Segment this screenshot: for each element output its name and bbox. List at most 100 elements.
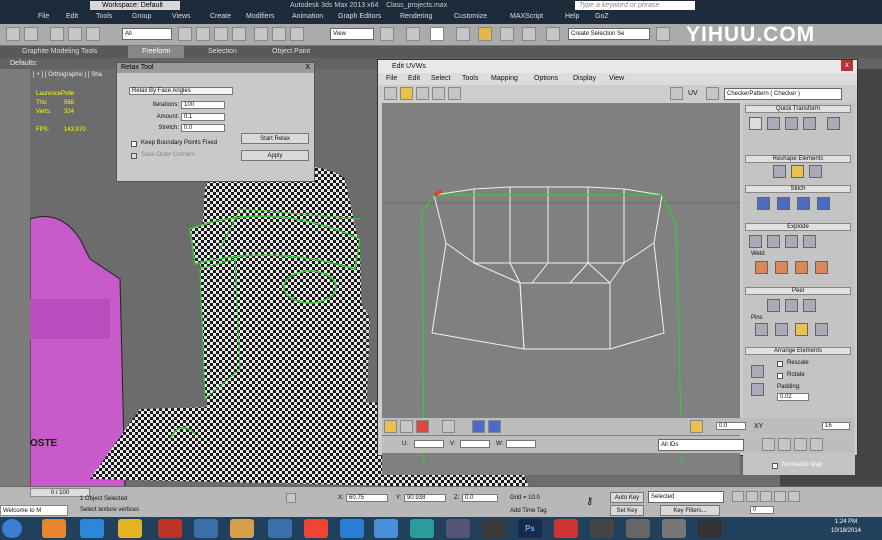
app-icon-10[interactable] (374, 519, 398, 538)
peel-rollout[interactable]: Peel (745, 287, 851, 295)
bind-space-warp-icon[interactable] (86, 27, 100, 41)
folder-icon[interactable] (230, 519, 254, 538)
goto-start-icon[interactable] (732, 491, 744, 502)
clock-date[interactable]: 10/18/2014 (822, 528, 870, 534)
pin-select-icon[interactable] (755, 323, 768, 336)
pivot-center-icon[interactable] (380, 27, 394, 41)
uv-mode-icon[interactable] (706, 87, 719, 100)
space-icon[interactable] (827, 117, 840, 130)
menu-tools[interactable]: Tools (96, 13, 112, 20)
pan-icon[interactable] (762, 438, 775, 451)
app-icon-17[interactable] (626, 519, 650, 538)
flatten-icon[interactable] (785, 235, 798, 248)
align-vertical-icon[interactable] (785, 117, 798, 130)
weld-threshold-icon[interactable] (795, 261, 808, 274)
weld-all-icon[interactable] (815, 261, 828, 274)
quick-transform-rollout[interactable]: Quick Transform (745, 105, 851, 113)
uv-move-icon[interactable] (384, 87, 397, 100)
menu-group[interactable]: Group (132, 13, 151, 20)
app-icon-11[interactable] (410, 519, 434, 538)
peel-mode-icon[interactable] (785, 299, 798, 312)
u-input[interactable] (414, 440, 444, 448)
y-coord-input[interactable]: 90.938 (404, 494, 446, 502)
current-frame-input[interactable]: 0 (750, 506, 774, 514)
menu-graph-editors[interactable]: Graph Editors (338, 13, 381, 20)
uv-rotate-icon[interactable] (400, 87, 413, 100)
vertex-mode-icon[interactable] (384, 420, 397, 433)
workspace-dropdown[interactable]: Workspace: Default (90, 1, 180, 10)
zbrush-icon[interactable] (482, 519, 506, 538)
weld-target-icon[interactable] (755, 261, 768, 274)
app-icon-8[interactable] (304, 519, 328, 538)
normalize-map-checkbox[interactable] (772, 463, 778, 469)
app-icon-5[interactable] (194, 519, 218, 538)
relax-icon[interactable] (791, 165, 804, 178)
menu-create[interactable]: Create (210, 13, 231, 20)
menu-rendering[interactable]: Rendering (400, 13, 432, 20)
explode-icon[interactable] (749, 235, 762, 248)
app-icon-18[interactable] (662, 519, 686, 538)
scale-icon[interactable] (290, 27, 304, 41)
auto-key-button[interactable]: Auto Key (610, 492, 644, 503)
zoom-icon[interactable] (778, 438, 791, 451)
dropbox-icon[interactable] (340, 519, 364, 538)
menu-animation[interactable]: Animation (292, 13, 323, 20)
stitch-average-icon[interactable] (777, 197, 790, 210)
menu-goz[interactable]: GoZ (595, 13, 609, 20)
uv-freeform-icon[interactable] (432, 87, 445, 100)
next-frame-icon[interactable] (774, 491, 786, 502)
menu-modifiers[interactable]: Modifiers (246, 13, 274, 20)
start-button-icon[interactable] (2, 519, 22, 538)
ribbon-tab-selection[interactable]: Selection (208, 48, 237, 55)
angle-snap-icon[interactable] (478, 27, 492, 41)
stitch-source-icon[interactable] (757, 197, 770, 210)
pin-remove-icon[interactable] (795, 323, 808, 336)
start-relax-button[interactable]: Start Relax (241, 133, 309, 144)
pack-normalize-icon[interactable] (751, 383, 764, 396)
select-by-name-icon[interactable] (196, 27, 210, 41)
checker-pattern-dropdown[interactable]: CheckerPattern ( Checker ) (724, 88, 842, 100)
break-icon[interactable] (809, 165, 822, 178)
app-icon-7[interactable] (268, 519, 292, 538)
pin-auto-icon[interactable] (815, 323, 828, 336)
straighten-icon[interactable] (773, 165, 786, 178)
explode-rollout[interactable]: Explode (745, 223, 851, 231)
ribbon-tab-object-paint[interactable]: Object Paint (272, 48, 310, 55)
maxscript-listener[interactable]: Welcome to M (0, 505, 68, 516)
window-crossing-icon[interactable] (232, 27, 246, 41)
zoom-region-icon[interactable] (794, 438, 807, 451)
menu-file[interactable]: File (38, 13, 49, 20)
select-loop-icon[interactable] (488, 420, 501, 433)
menu-maxscript[interactable]: MAXScript (510, 13, 543, 20)
soft-select-icon[interactable] (690, 420, 703, 433)
zoom-extents-icon[interactable] (810, 438, 823, 451)
key-icon[interactable]: ⚷ (586, 496, 593, 507)
rescale-checkbox[interactable] (777, 361, 783, 367)
unlink-icon[interactable] (68, 27, 82, 41)
chrome-icon[interactable] (118, 519, 142, 538)
stitch-custom-icon[interactable] (817, 197, 830, 210)
search-input[interactable]: Type a keyword or phrase (575, 1, 695, 10)
uvw-menu-edit[interactable]: Edit (408, 75, 420, 82)
edge-mode-icon[interactable] (400, 420, 413, 433)
pin-add-icon[interactable] (775, 323, 788, 336)
uvw-menu-select[interactable]: Select (431, 75, 450, 82)
arrange-elements-rollout[interactable]: Arrange Elements (745, 347, 851, 355)
uvw-menu-file[interactable]: File (386, 75, 397, 82)
set-key-button[interactable]: Set Key (610, 505, 644, 516)
snaps-toggle-icon[interactable] (456, 27, 470, 41)
named-selection-set-dropdown[interactable]: Create Selection Se (568, 28, 650, 40)
uvw-menu-tools[interactable]: Tools (462, 75, 478, 82)
edit-named-selection-icon[interactable] (546, 27, 560, 41)
apply-button[interactable]: Apply (241, 150, 309, 161)
relax-method-dropdown[interactable]: Relax By Face Angles (129, 87, 233, 95)
iterations-input[interactable]: 100 (181, 101, 225, 109)
play-icon[interactable] (760, 491, 772, 502)
lock-selection-icon[interactable] (286, 493, 296, 503)
rotate-icon[interactable] (272, 27, 286, 41)
app-icon-15[interactable] (554, 519, 578, 538)
align-horizontal-icon[interactable] (767, 117, 780, 130)
relax-close-button[interactable]: X (305, 63, 310, 73)
uvw-close-button[interactable]: x (841, 60, 853, 71)
v-input[interactable] (460, 440, 490, 448)
